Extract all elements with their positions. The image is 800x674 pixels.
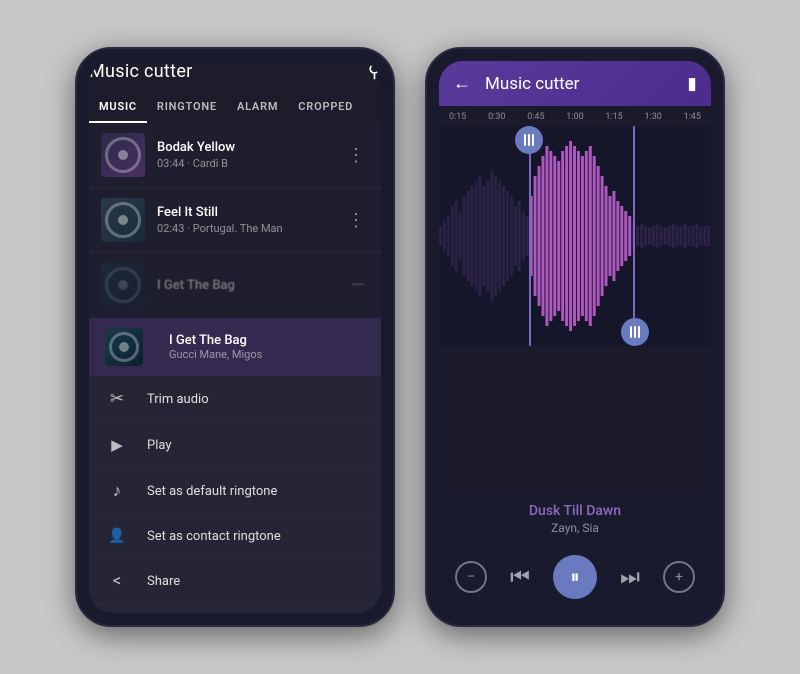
- context-play-item[interactable]: ▶ Play: [89, 423, 381, 468]
- waveform-area[interactable]: [439, 126, 711, 346]
- context-contact-ringtone-item[interactable]: 👤 Set as contact ringtone: [89, 515, 381, 558]
- handle-lines: [630, 326, 640, 338]
- default-ringtone-label: Set as default ringtone: [147, 484, 277, 499]
- bottom-playhead[interactable]: [621, 318, 649, 346]
- handle-line: [524, 134, 526, 146]
- share-label: Share: [147, 574, 180, 589]
- back-icon[interactable]: ←: [453, 73, 471, 94]
- play-label: Play: [147, 438, 172, 453]
- selection-right-border: [633, 126, 635, 346]
- timeline-label: 1:45: [684, 112, 701, 122]
- selection-left-border: [529, 126, 531, 346]
- list-item[interactable]: Bodak Yellow 03:44 · Cardi B ⋮: [89, 123, 381, 188]
- song-info: Bodak Yellow 03:44 · Cardi B: [157, 140, 343, 170]
- song-title: I Get The Bag: [157, 278, 347, 293]
- header-actions: ▮ ↻: [687, 74, 711, 94]
- more-icon[interactable]: ⋮: [343, 206, 369, 235]
- song-meta: 02:43 · Portugal. The Man: [157, 222, 343, 235]
- now-playing-info: Dusk Till Dawn Zayn, Sia: [439, 493, 711, 545]
- contact-ringtone-label: Set as contact ringtone: [147, 529, 281, 544]
- tab-ringtone[interactable]: RINGTONE: [147, 92, 227, 123]
- song-info: I Get The Bag: [157, 278, 347, 293]
- bottom-playhead-handle[interactable]: [621, 318, 649, 346]
- timeline-labels: 0:15 0:30 0:45 1:00 1:15 1:30 1:45: [439, 112, 711, 122]
- album-art-bodak: [101, 133, 145, 177]
- contact-icon: 👤: [105, 528, 129, 544]
- song-info: Feel It Still 02:43 · Portugal. The Man: [157, 205, 343, 235]
- trim-label: Trim audio: [147, 392, 209, 407]
- handle-lines: [524, 134, 534, 146]
- top-playhead[interactable]: [515, 126, 543, 154]
- right-app-title: Music cutter: [485, 74, 673, 94]
- tab-alarm[interactable]: ALARM: [227, 92, 288, 123]
- tab-music[interactable]: MUSIC: [89, 92, 147, 123]
- handle-line: [630, 326, 632, 338]
- tab-cropped[interactable]: CROPPED: [288, 92, 363, 123]
- play-icon: ▶: [105, 436, 129, 454]
- handle-line: [638, 326, 640, 338]
- context-menu: I Get The Bag Gucci Mane, Migos ✂ Trim a…: [89, 318, 381, 613]
- context-song-title: I Get The Bag: [169, 333, 262, 348]
- left-phone: Music cutter ⚲ MUSIC RINGTONE ALARM CROP…: [75, 47, 395, 627]
- context-delete-item[interactable]: 🗑 Delete: [89, 605, 381, 613]
- pause-button[interactable]: ⏸: [553, 555, 597, 599]
- more-icon[interactable]: ⋮: [343, 141, 369, 170]
- timeline-label: 0:45: [527, 112, 544, 122]
- timeline-label: 0:30: [488, 112, 505, 122]
- context-song-meta: Gucci Mane, Migos: [169, 348, 262, 361]
- scissors-icon: ✂: [105, 389, 129, 409]
- minus-button[interactable]: −: [455, 561, 487, 593]
- song-title: Bodak Yellow: [157, 140, 343, 155]
- song-title: Feel It Still: [157, 205, 343, 220]
- timeline: 0:15 0:30 0:45 1:00 1:15 1:30 1:45: [439, 106, 711, 126]
- now-playing-artist: Zayn, Sia: [455, 521, 695, 535]
- now-playing-title: Dusk Till Dawn: [455, 503, 695, 519]
- ringtone-icon: ♪: [105, 481, 129, 501]
- left-app-title: Music cutter: [89, 61, 193, 82]
- top-playhead-handle[interactable]: [515, 126, 543, 154]
- handle-line: [532, 134, 534, 146]
- left-app-header: Music cutter ⚲ MUSIC RINGTONE ALARM CROP…: [89, 61, 381, 123]
- waveform-svg: [439, 126, 711, 346]
- list-item: I Get The Bag —: [89, 253, 381, 318]
- handle-line: [528, 134, 530, 146]
- context-song-details: I Get The Bag Gucci Mane, Migos: [169, 333, 262, 361]
- context-default-ringtone-item[interactable]: ♪ Set as default ringtone: [89, 468, 381, 515]
- next-button[interactable]: ⏭: [614, 561, 646, 593]
- more-icon: —: [347, 271, 369, 300]
- player-controls: − ⏮ ⏸ ⏭ +: [439, 545, 711, 613]
- save-icon[interactable]: ▮: [687, 74, 696, 94]
- handle-line: [634, 326, 636, 338]
- context-song-item: I Get The Bag Gucci Mane, Migos: [89, 318, 381, 376]
- timeline-label: 1:30: [644, 112, 661, 122]
- context-share-item[interactable]: < Share: [89, 558, 381, 605]
- album-art-bag: [101, 263, 145, 307]
- music-list: Bodak Yellow 03:44 · Cardi B ⋮ Feel It S…: [89, 123, 381, 613]
- waveform-container: 0:15 0:30 0:45 1:00 1:15 1:30 1:45: [439, 106, 711, 493]
- plus-button[interactable]: +: [663, 561, 695, 593]
- context-album-art: [105, 328, 143, 366]
- timeline-label: 1:15: [605, 112, 622, 122]
- context-trim-item[interactable]: ✂ Trim audio: [89, 376, 381, 423]
- prev-button[interactable]: ⏮: [504, 561, 536, 593]
- album-art-feel: [101, 198, 145, 242]
- timeline-label: 0:15: [449, 112, 466, 122]
- song-meta: 03:44 · Cardi B: [157, 157, 343, 170]
- search-icon[interactable]: ⚲: [368, 61, 381, 82]
- right-app-header: ← Music cutter ▮ ↻: [439, 61, 711, 106]
- right-phone: ← Music cutter ▮ ↻ 0:15 0:30 0:45 1:00 1…: [425, 47, 725, 627]
- share-icon: <: [105, 571, 129, 591]
- timeline-label: 1:00: [566, 112, 583, 122]
- list-item[interactable]: Feel It Still 02:43 · Portugal. The Man …: [89, 188, 381, 253]
- tabs-bar: MUSIC RINGTONE ALARM CROPPED: [89, 92, 381, 123]
